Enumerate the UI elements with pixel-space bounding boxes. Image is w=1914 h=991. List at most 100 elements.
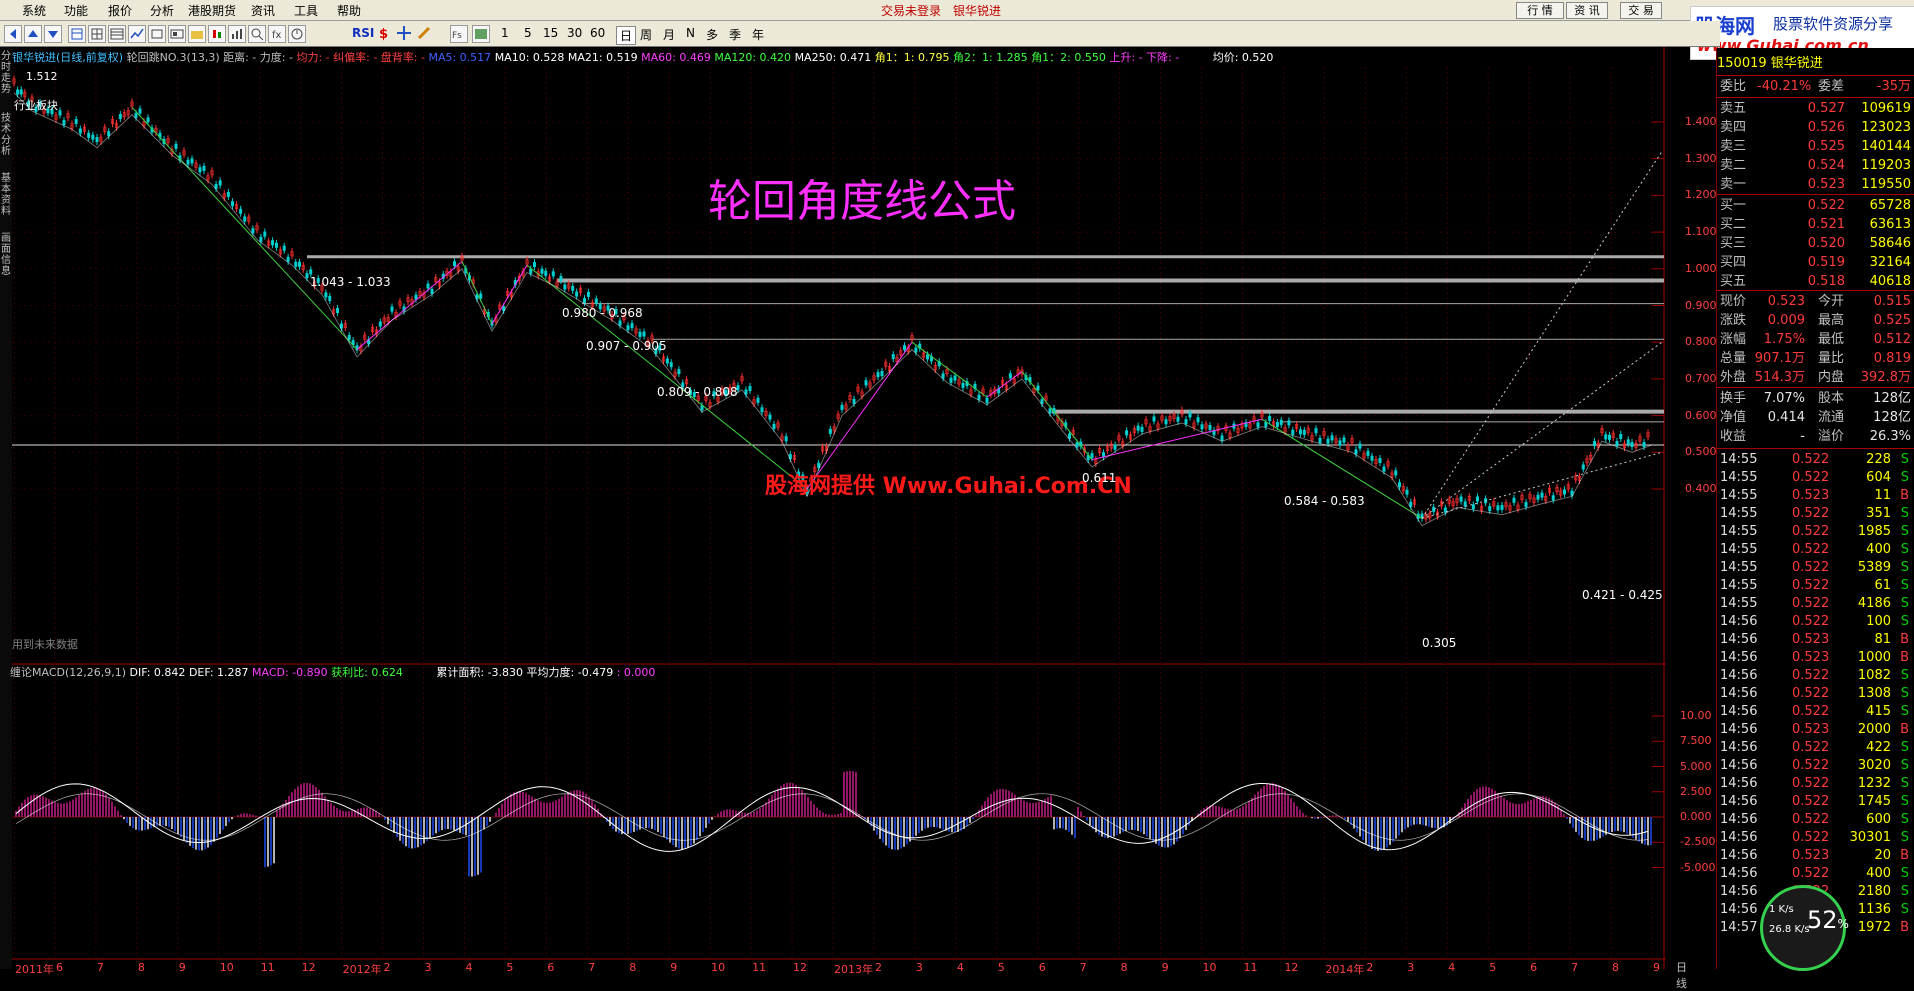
order-volume: 65728: [1869, 198, 1911, 213]
period-n[interactable]: N: [686, 26, 695, 40]
trade-button[interactable]: 交 易: [1620, 2, 1662, 19]
period-quarter[interactable]: 季: [729, 26, 741, 43]
tick-price: 0.523: [1792, 488, 1830, 503]
chart-bars-icon[interactable]: [228, 25, 246, 43]
grid-icon[interactable]: [88, 25, 106, 43]
tick-row: 14:56 0.522 30301 S: [1717, 828, 1914, 847]
period-5min[interactable]: 5: [524, 26, 532, 40]
stat-value: -: [1800, 429, 1805, 444]
tick-volume: 100: [1866, 614, 1891, 629]
image-icon[interactable]: [472, 25, 490, 43]
chart-area[interactable]: 银华锐进(日线,前复权) 轮回跳NO.3(13,3) 距离: - 力度: - 均…: [10, 47, 1717, 990]
period-1min[interactable]: 1: [501, 26, 509, 40]
candle-body: [748, 386, 752, 392]
date-tick-label: 2013年: [834, 963, 873, 976]
period-week[interactable]: 周: [640, 26, 652, 43]
stat-label: 涨跌: [1720, 313, 1747, 328]
candle-body: [1382, 466, 1386, 472]
order-label: 卖一: [1720, 177, 1747, 192]
order-label: 卖二: [1720, 158, 1747, 173]
date-tick-label: 3: [424, 961, 432, 974]
order-label: 卖三: [1720, 139, 1747, 154]
order-label: 买五: [1720, 274, 1747, 289]
candle-body: [1398, 482, 1402, 488]
period-30min[interactable]: 30: [567, 26, 582, 40]
menu-hk-futures[interactable]: 港股期货: [188, 2, 236, 19]
period-multi[interactable]: 多: [706, 26, 718, 43]
candle-body: [274, 242, 278, 248]
candle-body: [1370, 455, 1374, 461]
date-tick-label: 6: [1038, 961, 1046, 974]
candle-body: [1471, 504, 1475, 510]
menu-quote[interactable]: 报价: [108, 2, 132, 19]
tick-volume: 1000: [1857, 650, 1891, 665]
candle-body: [1626, 439, 1630, 445]
menu-system[interactable]: 系统: [22, 2, 46, 19]
candle-body: [138, 108, 142, 114]
period-day[interactable]: 日: [616, 26, 637, 45]
rsi-button[interactable]: RSI: [352, 26, 374, 40]
nav-intraday[interactable]: 分时走势: [0, 51, 12, 95]
menu-function[interactable]: 功能: [64, 2, 88, 19]
kline-icon[interactable]: [208, 25, 226, 43]
news-button[interactable]: 资 讯: [1566, 2, 1608, 19]
sector-label[interactable]: 行业板块: [14, 97, 58, 113]
tick-time: 14:56: [1720, 722, 1758, 737]
stat-row: 涨跌 0.009 最高 0.525: [1717, 311, 1914, 330]
candle-body: [864, 380, 868, 386]
macd-profit: 获利比: 0.624: [331, 666, 403, 679]
move-icon[interactable]: [396, 25, 412, 41]
menu-news[interactable]: 资讯: [251, 2, 275, 19]
trade-login-status[interactable]: 交易未登录: [881, 2, 941, 19]
nav-info[interactable]: 画面信息: [0, 233, 12, 277]
period-month[interactable]: 月: [663, 26, 675, 43]
tick-row: 14:55 0.522 228 S: [1717, 450, 1914, 469]
period-year[interactable]: 年: [752, 26, 764, 43]
fs-icon[interactable]: Fs: [450, 25, 468, 43]
tick-row: 14:56 0.522 400 S: [1717, 864, 1914, 883]
clock-icon[interactable]: [288, 25, 306, 43]
formula-icon[interactable]: fx: [268, 25, 286, 43]
tick-price: 0.523: [1792, 632, 1830, 647]
tick-time: 14:55: [1720, 470, 1758, 485]
candle-body: [768, 414, 772, 420]
quote-button[interactable]: 行 情: [1516, 2, 1564, 19]
candle-body: [1378, 458, 1382, 464]
menu-analysis[interactable]: 分析: [150, 2, 174, 19]
back-icon[interactable]: [4, 25, 22, 43]
candle-body: [1125, 430, 1129, 436]
pencil-icon[interactable]: [416, 25, 432, 41]
angle1-label: 角1：1: 0.795: [874, 51, 950, 64]
nav-technical[interactable]: 技术分析: [0, 113, 12, 157]
candle-body: [87, 132, 91, 138]
dollar-icon[interactable]: $: [376, 25, 392, 42]
stat-label: 净值: [1720, 410, 1747, 425]
list-icon[interactable]: [68, 25, 86, 43]
tick-price: 0.523: [1792, 650, 1830, 665]
candle-body: [74, 119, 78, 125]
candle-body: [840, 404, 844, 410]
folder-icon[interactable]: [188, 25, 206, 43]
up-icon[interactable]: [24, 25, 42, 43]
candle-body: [1318, 437, 1322, 443]
network-gauge[interactable]: 1 K/s 26.8 K/s 52%: [1760, 885, 1849, 971]
down-icon[interactable]: [44, 25, 62, 43]
window-icon[interactable]: [148, 25, 166, 43]
svg-text:$: $: [379, 27, 388, 41]
candle-body: [286, 256, 290, 262]
period-60min[interactable]: 60: [590, 26, 605, 40]
line-chart-icon[interactable]: [128, 25, 146, 43]
menu-tools[interactable]: 工具: [294, 2, 318, 19]
price-tick-label: 0.500: [1685, 445, 1717, 459]
tick-row: 14:56 0.522 1308 S: [1717, 684, 1914, 703]
table-icon[interactable]: [108, 25, 126, 43]
period-15min[interactable]: 15: [543, 26, 558, 40]
tick-row: 14:55 0.522 604 S: [1717, 468, 1914, 487]
window2-icon[interactable]: [168, 25, 186, 43]
menu-help[interactable]: 帮助: [337, 2, 361, 19]
tick-row: 14:56 0.522 600 S: [1717, 810, 1914, 829]
nav-fundamental[interactable]: 基本资料: [0, 173, 12, 217]
tick-row: 14:56 0.523 81 B: [1717, 630, 1914, 649]
macd-def: DEF: 1.287: [188, 666, 249, 679]
zoom-icon[interactable]: [248, 25, 266, 43]
